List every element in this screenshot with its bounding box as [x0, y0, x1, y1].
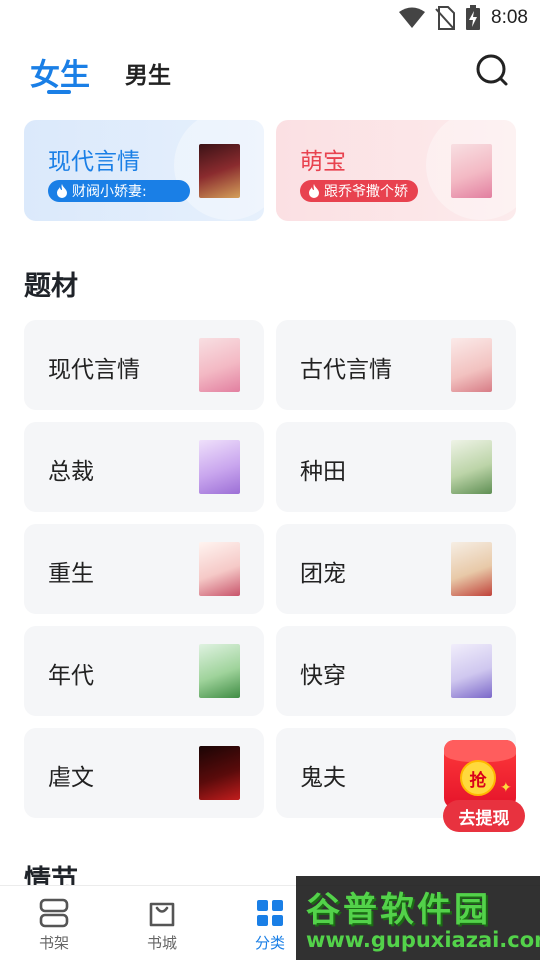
category-card-rebirth[interactable]: 重生 — [24, 524, 264, 614]
category-label: 种田 — [300, 459, 346, 485]
book-cover-image — [199, 338, 240, 392]
cash-out-button[interactable]: 去提现 — [443, 800, 525, 832]
hot-book-name: 财阀小娇妻: — [72, 184, 147, 200]
category-card-ceo[interactable]: 总裁 — [24, 422, 264, 512]
book-cover-image[interactable] — [451, 144, 492, 198]
featured-title: 现代言情 — [48, 149, 140, 175]
watermark: 谷普软件园 www.gupuxiazai.com — [296, 876, 540, 960]
wifi-icon — [399, 7, 426, 29]
search-icon — [476, 54, 508, 86]
tab-female[interactable]: 女生 — [30, 50, 90, 94]
category-label: 鬼夫 — [300, 765, 346, 791]
hot-book-tag[interactable]: 跟乔爷撒个娇 — [300, 180, 418, 202]
search-button[interactable] — [474, 52, 510, 88]
flame-icon — [309, 184, 319, 198]
book-cover-image[interactable] — [199, 144, 240, 198]
category-label: 现代言情 — [48, 357, 140, 383]
battery-charging-icon — [465, 5, 481, 31]
tab-male[interactable]: 男生 — [125, 56, 171, 90]
category-card-quick-travel[interactable]: 快穿 — [276, 626, 516, 716]
book-cover-image — [199, 542, 240, 596]
flame-icon — [57, 184, 67, 198]
featured-card-cute-baby[interactable]: 萌宝 跟乔爷撒个娇 — [276, 120, 516, 221]
nav-label: 书架 — [38, 934, 69, 952]
book-cover-image — [199, 440, 240, 494]
hot-book-name: 跟乔爷撒个娇 — [324, 184, 408, 200]
nav-label: 书城 — [146, 934, 177, 952]
category-label: 重生 — [48, 561, 94, 587]
no-sim-icon — [435, 6, 456, 30]
hot-book-tag[interactable]: 财阀小娇妻: — [48, 180, 190, 202]
featured-card-modern-romance[interactable]: 现代言情 财阀小娇妻: — [24, 120, 264, 221]
category-label: 虐文 — [48, 765, 94, 791]
category-card-modern-romance[interactable]: 现代言情 — [24, 320, 264, 410]
watermark-brand: 谷普软件园 — [306, 890, 491, 930]
header: 女生 男生 — [0, 44, 540, 100]
nav-item-bookstore[interactable]: 书城 — [122, 896, 202, 953]
category-card-group-favorite[interactable]: 团宠 — [276, 524, 516, 614]
category-card-farming[interactable]: 种田 — [276, 422, 516, 512]
book-cover-image — [451, 338, 492, 392]
book-cover-image — [451, 440, 492, 494]
red-packet-flap — [444, 740, 516, 762]
status-bar: 8:08 — [0, 0, 540, 36]
bookstore-icon — [122, 896, 202, 930]
book-cover-image — [451, 644, 492, 698]
book-cover-image — [199, 644, 240, 698]
sparkle-icon: ✦ — [500, 780, 512, 796]
category-label: 古代言情 — [300, 357, 392, 383]
category-card-ancient-romance[interactable]: 古代言情 — [276, 320, 516, 410]
watermark-url: www.gupuxiazai.com — [306, 928, 540, 952]
category-card-angst[interactable]: 虐文 — [24, 728, 264, 818]
red-packet-widget[interactable]: 抢 ✦ — [444, 740, 516, 808]
nav-item-bookshelf[interactable]: 书架 — [14, 896, 94, 953]
section-title-topics: 题材 — [24, 271, 78, 302]
category-label: 快穿 — [300, 663, 346, 689]
bookshelf-icon — [14, 896, 94, 930]
red-packet-coin: 抢 — [460, 760, 496, 796]
category-label: 团宠 — [300, 561, 346, 587]
active-tab-indicator — [47, 90, 71, 94]
status-time: 8:08 — [491, 7, 528, 28]
category-card-era[interactable]: 年代 — [24, 626, 264, 716]
featured-title: 萌宝 — [300, 149, 346, 175]
category-label: 总裁 — [48, 459, 94, 485]
book-cover-image — [199, 746, 240, 800]
book-cover-image — [451, 542, 492, 596]
category-label: 年代 — [48, 663, 94, 689]
